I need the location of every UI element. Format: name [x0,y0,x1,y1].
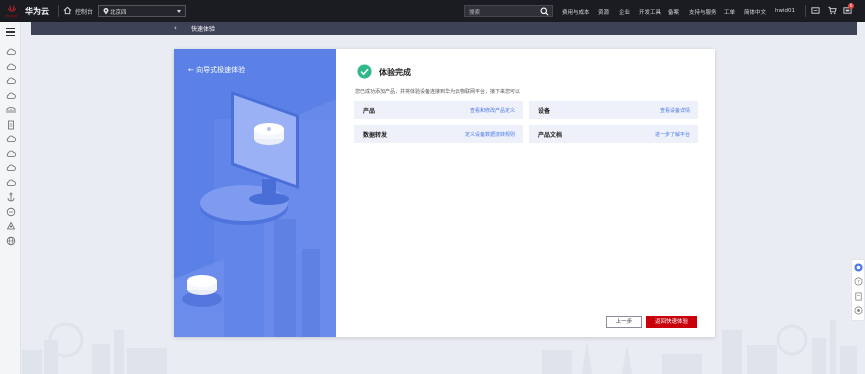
brand-name[interactable]: 华为云 [25,6,49,17]
card-label: 产品文档 [538,132,563,139]
menu-support[interactable]: 支持与服务 [689,8,717,16]
card-label: 设备 [538,108,551,115]
iot-device-illustration [174,91,336,337]
region-selector[interactable]: 北京四 [98,5,186,17]
arrow-left-icon[interactable]: ← [188,66,194,74]
success-check-icon [357,64,372,79]
page-header-bar [31,22,857,35]
product-definition-link[interactable]: 查看和修改产品定义 [470,107,515,114]
menu-filing[interactable]: 备案 [668,8,679,16]
divider [58,5,59,17]
menu-enterprise[interactable]: 企业 [619,8,630,16]
data-forwarding-card: 数据转发 定义设备数据流转规则 [354,125,523,143]
message-icon[interactable] [811,6,820,15]
wizard-title-text: 向导式极速体验 [196,66,246,74]
search-icon[interactable] [540,7,549,16]
divider [805,5,806,17]
device-details-link[interactable]: 查看设备详情 [660,107,690,114]
menu-icon[interactable] [6,28,15,36]
huawei-logo-icon [7,5,17,12]
cloud-icon[interactable] [6,91,16,101]
home-icon[interactable] [63,6,72,15]
menu-tickets[interactable]: 工单 [724,8,735,16]
completion-title: 体验完成 [379,68,411,77]
document-icon[interactable] [6,120,16,130]
menu-dev-tools[interactable]: 开发工具 [639,8,661,16]
search-box[interactable]: 搜索 [464,5,553,17]
wizard-title[interactable]: ← 向导式极速体验 [188,65,245,75]
svg-text:?: ? [857,279,860,285]
user-account[interactable]: hwid01 [775,8,795,14]
card-label: 产品 [363,108,376,115]
experience-complete-dialog: ← 向导式极速体验 体验完成 您已成功添加产品，并将体验设备连接到华为云物联网平… [174,49,715,337]
globe-icon[interactable] [6,236,16,246]
console-link[interactable]: 控制台 [75,7,93,16]
chat-icon[interactable] [6,207,16,217]
data-rule-link[interactable]: 定义设备数据流转规则 [465,131,515,138]
product-card: 产品 查看和修改产品定义 [354,101,523,119]
cloud-icon[interactable] [6,163,16,173]
location-pin-icon [103,8,109,15]
cloud-icon[interactable] [6,47,16,57]
feedback-icon[interactable] [854,292,863,301]
assistant-icon[interactable] [854,263,863,272]
search-input[interactable]: 搜索 [469,8,480,16]
page-title: 快速体验 [191,26,216,33]
floating-toolbar: ? [851,259,865,321]
previous-step-button[interactable]: 上一步 [606,316,642,328]
huawei-logo[interactable]: HUAWEI [4,3,20,19]
region-name: 北京四 [110,10,127,16]
wizard-side-panel: ← 向导式极速体验 [174,49,336,337]
network-icon[interactable] [6,221,16,231]
cloud-icon[interactable] [6,134,16,144]
notification-badge: 6 [848,3,854,9]
chevron-down-icon [177,10,181,13]
cart-icon[interactable] [828,6,837,15]
return-quick-experience-button[interactable]: 返回快速体验 [646,316,697,328]
service-icon[interactable] [854,306,863,315]
menu-resources[interactable]: 资源 [598,8,609,16]
cloud-icon[interactable] [6,62,16,72]
completion-description: 您已成功添加产品，并将体验设备连接到华为云物联网平台，接下来您可以 [355,89,521,95]
help-icon[interactable]: ? [854,277,863,286]
cloud-icon[interactable] [6,149,16,159]
card-label: 数据转发 [363,132,388,139]
menu-billing[interactable]: 费用与成本 [562,8,590,16]
menu-language[interactable]: 简体中文 [744,8,766,16]
top-navigation-bar: HUAWEI 华为云 控制台 北京四 搜索 费用与成本 资源 企业 开发工具 备… [0,0,865,22]
logo-text: HUAWEI [5,14,19,18]
anchor-icon[interactable] [6,192,16,202]
platform-docs-link[interactable]: 进一步了解平台 [655,131,690,138]
back-button[interactable]: ‹ [174,24,177,32]
cloud-icon[interactable] [6,76,16,86]
bridge-icon[interactable] [6,105,16,115]
cloud-icon[interactable] [6,178,16,188]
product-docs-card: 产品文档 进一步了解平台 [529,125,698,143]
device-card: 设备 查看设备详情 [529,101,698,119]
